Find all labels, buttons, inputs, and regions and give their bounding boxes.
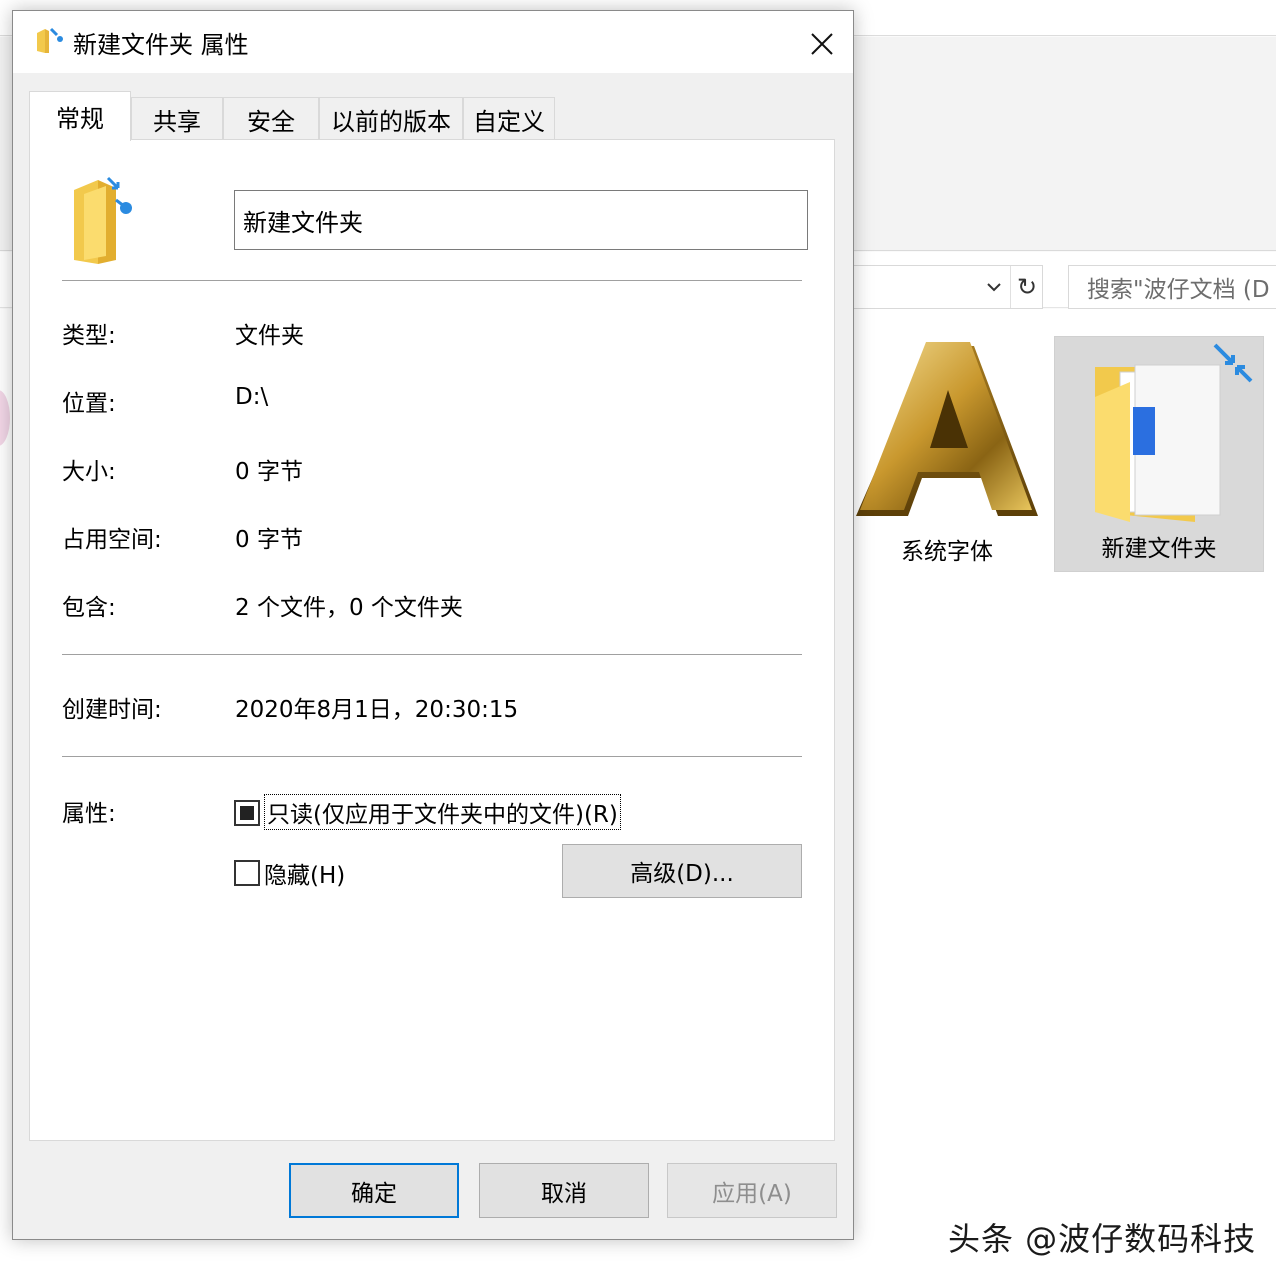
ok-button[interactable]: 确定 [289, 1163, 459, 1218]
dialog-title-bar[interactable]: 新建文件夹 属性 [13, 11, 853, 73]
tab-customize[interactable]: 自定义 [463, 97, 555, 141]
file-name: 新建文件夹 [1101, 536, 1217, 562]
separator [62, 756, 802, 757]
close-icon [811, 33, 833, 55]
created-label: 创建时间: [62, 697, 162, 723]
advanced-button[interactable]: 高级(D)... [562, 844, 802, 898]
chevron-down-icon[interactable] [978, 266, 1010, 308]
tab-sharing[interactable]: 共享 [131, 97, 223, 141]
watermark: 头条 @波仔数码科技 [948, 1220, 1257, 1258]
indeterminate-mark [240, 806, 254, 820]
readonly-label[interactable]: 只读(仅应用于文件夹中的文件)(R) [264, 794, 621, 830]
dialog-title: 新建文件夹 属性 [73, 31, 249, 59]
hidden-checkbox[interactable] [234, 860, 260, 886]
contains-label: 包含: [62, 595, 116, 621]
location-value: D:\ [235, 384, 269, 410]
general-tab-panel: 类型: 文件夹 位置: D:\ 大小: 0 字节 占用空间: 0 字节 包含: … [29, 139, 835, 1141]
disk-size-value: 0 字节 [235, 527, 303, 553]
folder-name-input[interactable] [234, 190, 808, 250]
type-label: 类型: [62, 323, 116, 349]
shared-folder-icon [33, 25, 65, 55]
close-button[interactable] [793, 19, 851, 69]
created-value: 2020年8月1日，20:30:15 [235, 697, 519, 723]
cancel-button[interactable]: 取消 [479, 1163, 649, 1218]
type-value: 文件夹 [235, 323, 304, 349]
separator [62, 654, 802, 655]
search-input[interactable]: 搜索"波仔文档 (D [1068, 265, 1276, 309]
contains-value: 2 个文件，0 个文件夹 [235, 595, 463, 621]
attributes-label: 属性: [62, 801, 116, 827]
tab-general[interactable]: 常规 [29, 91, 131, 141]
file-item-system-fonts[interactable]: 系统字体 [852, 340, 1042, 572]
apply-button[interactable]: 应用(A) [667, 1163, 837, 1218]
hidden-label[interactable]: 隐藏(H) [264, 856, 345, 890]
separator [62, 280, 802, 281]
size-label: 大小: [62, 459, 116, 485]
shared-folder-icon [70, 170, 140, 266]
readonly-checkbox[interactable] [234, 800, 260, 826]
shared-folder-icon [1055, 337, 1263, 527]
font-file-icon [852, 340, 1042, 530]
file-item-new-folder[interactable]: 新建文件夹 [1054, 336, 1264, 572]
tab-previous-versions[interactable]: 以前的版本 [319, 97, 463, 141]
location-label: 位置: [62, 391, 116, 417]
refresh-icon[interactable]: ↻ [1010, 266, 1043, 308]
properties-dialog: 新建文件夹 属性 常规 共享 安全 以前的版本 自定义 类型: 文件夹 位置: … [12, 10, 854, 1240]
size-value: 0 字节 [235, 459, 303, 485]
tab-security[interactable]: 安全 [223, 97, 319, 141]
disk-size-label: 占用空间: [62, 527, 162, 553]
file-name: 系统字体 [901, 539, 993, 565]
